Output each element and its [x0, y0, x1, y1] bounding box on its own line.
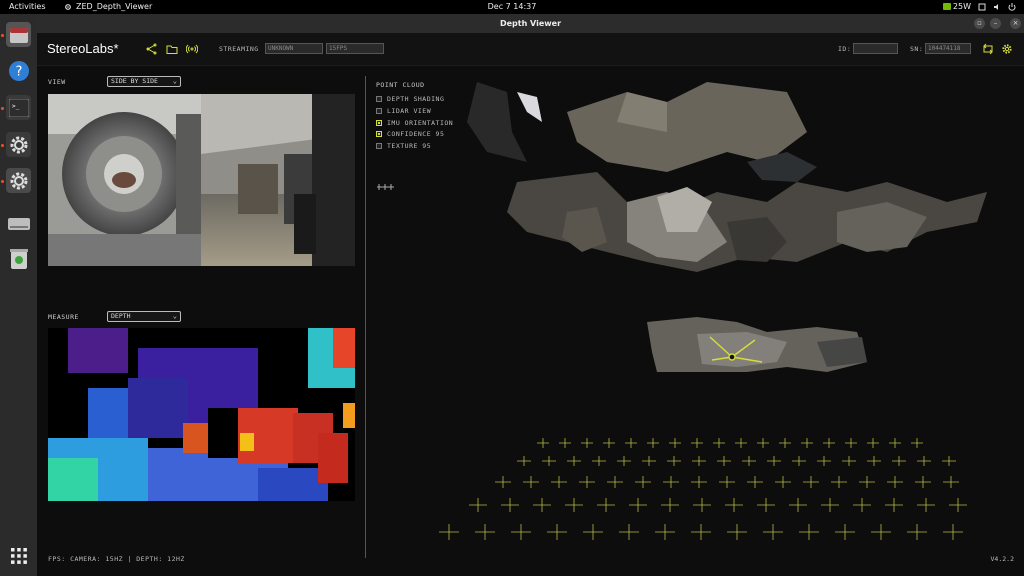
settings-icon: [10, 136, 27, 153]
settings-icon: [10, 172, 27, 189]
svg-text:?: ?: [15, 64, 22, 79]
drive-icon: [7, 217, 30, 230]
depth-viewer-window: Depth Viewer – × ▫ StereoLabs* STREAMING…: [37, 14, 1024, 576]
close-button[interactable]: ×: [1010, 18, 1021, 29]
fps-field[interactable]: 15FPS: [326, 43, 384, 54]
svg-text:>_: >_: [12, 103, 20, 110]
settings-gear-icon[interactable]: [1001, 43, 1013, 55]
power-value: 25W: [952, 2, 971, 11]
point-cloud-viewport[interactable]: [367, 72, 1022, 552]
files-icon: [9, 27, 28, 43]
volume-icon: [994, 3, 998, 10]
help-icon: ?: [8, 60, 29, 81]
view-mode-value: SIDE BY SIDE: [111, 77, 158, 85]
id-label: ID:: [838, 45, 852, 53]
camera-side-by-side-view[interactable]: [48, 94, 355, 266]
dock-depth-viewer[interactable]: [1, 168, 31, 193]
maximize-button[interactable]: ▫: [974, 18, 985, 29]
running-indicator: [1, 144, 4, 147]
network-icon: [978, 3, 986, 10]
power-indicator[interactable]: 25W: [942, 2, 971, 11]
dock-terminal[interactable]: >_: [1, 95, 31, 120]
panel-divider[interactable]: [365, 76, 366, 558]
terminal-icon: >_: [8, 98, 29, 117]
system-tray[interactable]: 25W: [942, 2, 1016, 11]
streaming-status-field[interactable]: UNKNOWN: [265, 43, 323, 54]
power-icon: [1008, 2, 1016, 11]
sn-label: SN:: [910, 45, 924, 53]
app-header: StereoLabs* STREAMING UNKNOWN 15FPS ID: …: [37, 33, 1024, 66]
window-titlebar[interactable]: Depth Viewer – × ▫: [37, 14, 1024, 33]
dock-trash[interactable]: [6, 246, 31, 271]
trash-icon: [9, 248, 28, 269]
view-mode-dropdown[interactable]: SIDE BY SIDE ⌄: [107, 76, 181, 87]
fps-status: FPS: CAMERA: 15HZ | DEPTH: 12HZ: [48, 555, 185, 563]
streaming-label: STREAMING: [219, 45, 259, 53]
dock: ? >_: [0, 14, 37, 576]
brand-logo: StereoLabs*: [47, 41, 119, 56]
share-icon[interactable]: [145, 43, 157, 55]
running-indicator: [1, 107, 4, 110]
id-field[interactable]: [853, 43, 898, 54]
dock-files[interactable]: [1, 22, 31, 47]
dock-app-grid[interactable]: [6, 543, 31, 568]
nvidia-icon: [942, 3, 951, 10]
system-top-bar: Activities ZED_Depth_Viewer Dec 7 14:37 …: [0, 0, 1024, 14]
measure-mode-dropdown[interactable]: DEPTH ⌄: [107, 311, 181, 322]
app-grid-icon: [10, 547, 27, 564]
window-title: Depth Viewer: [499, 19, 562, 28]
chevron-down-icon: ⌄: [172, 77, 177, 85]
depth-map-view[interactable]: [48, 328, 355, 501]
streaming-icon[interactable]: [186, 43, 198, 55]
running-indicator: [1, 180, 4, 183]
minimize-button[interactable]: –: [990, 18, 1001, 29]
dock-drive[interactable]: [6, 211, 31, 236]
running-indicator: [1, 34, 4, 37]
view-label: VIEW: [48, 78, 66, 86]
sn-field[interactable]: 104474118: [925, 43, 971, 54]
measure-label: MEASURE: [48, 313, 79, 321]
clock[interactable]: Dec 7 14:37: [0, 2, 1024, 11]
refresh-icon[interactable]: [982, 43, 994, 55]
measure-mode-value: DEPTH: [111, 312, 131, 320]
version-label: V4.2.2: [990, 555, 1014, 563]
chevron-down-icon: ⌄: [172, 312, 177, 320]
folder-icon[interactable]: [166, 43, 178, 55]
dock-settings[interactable]: [1, 132, 31, 157]
dock-help[interactable]: ?: [6, 58, 31, 83]
